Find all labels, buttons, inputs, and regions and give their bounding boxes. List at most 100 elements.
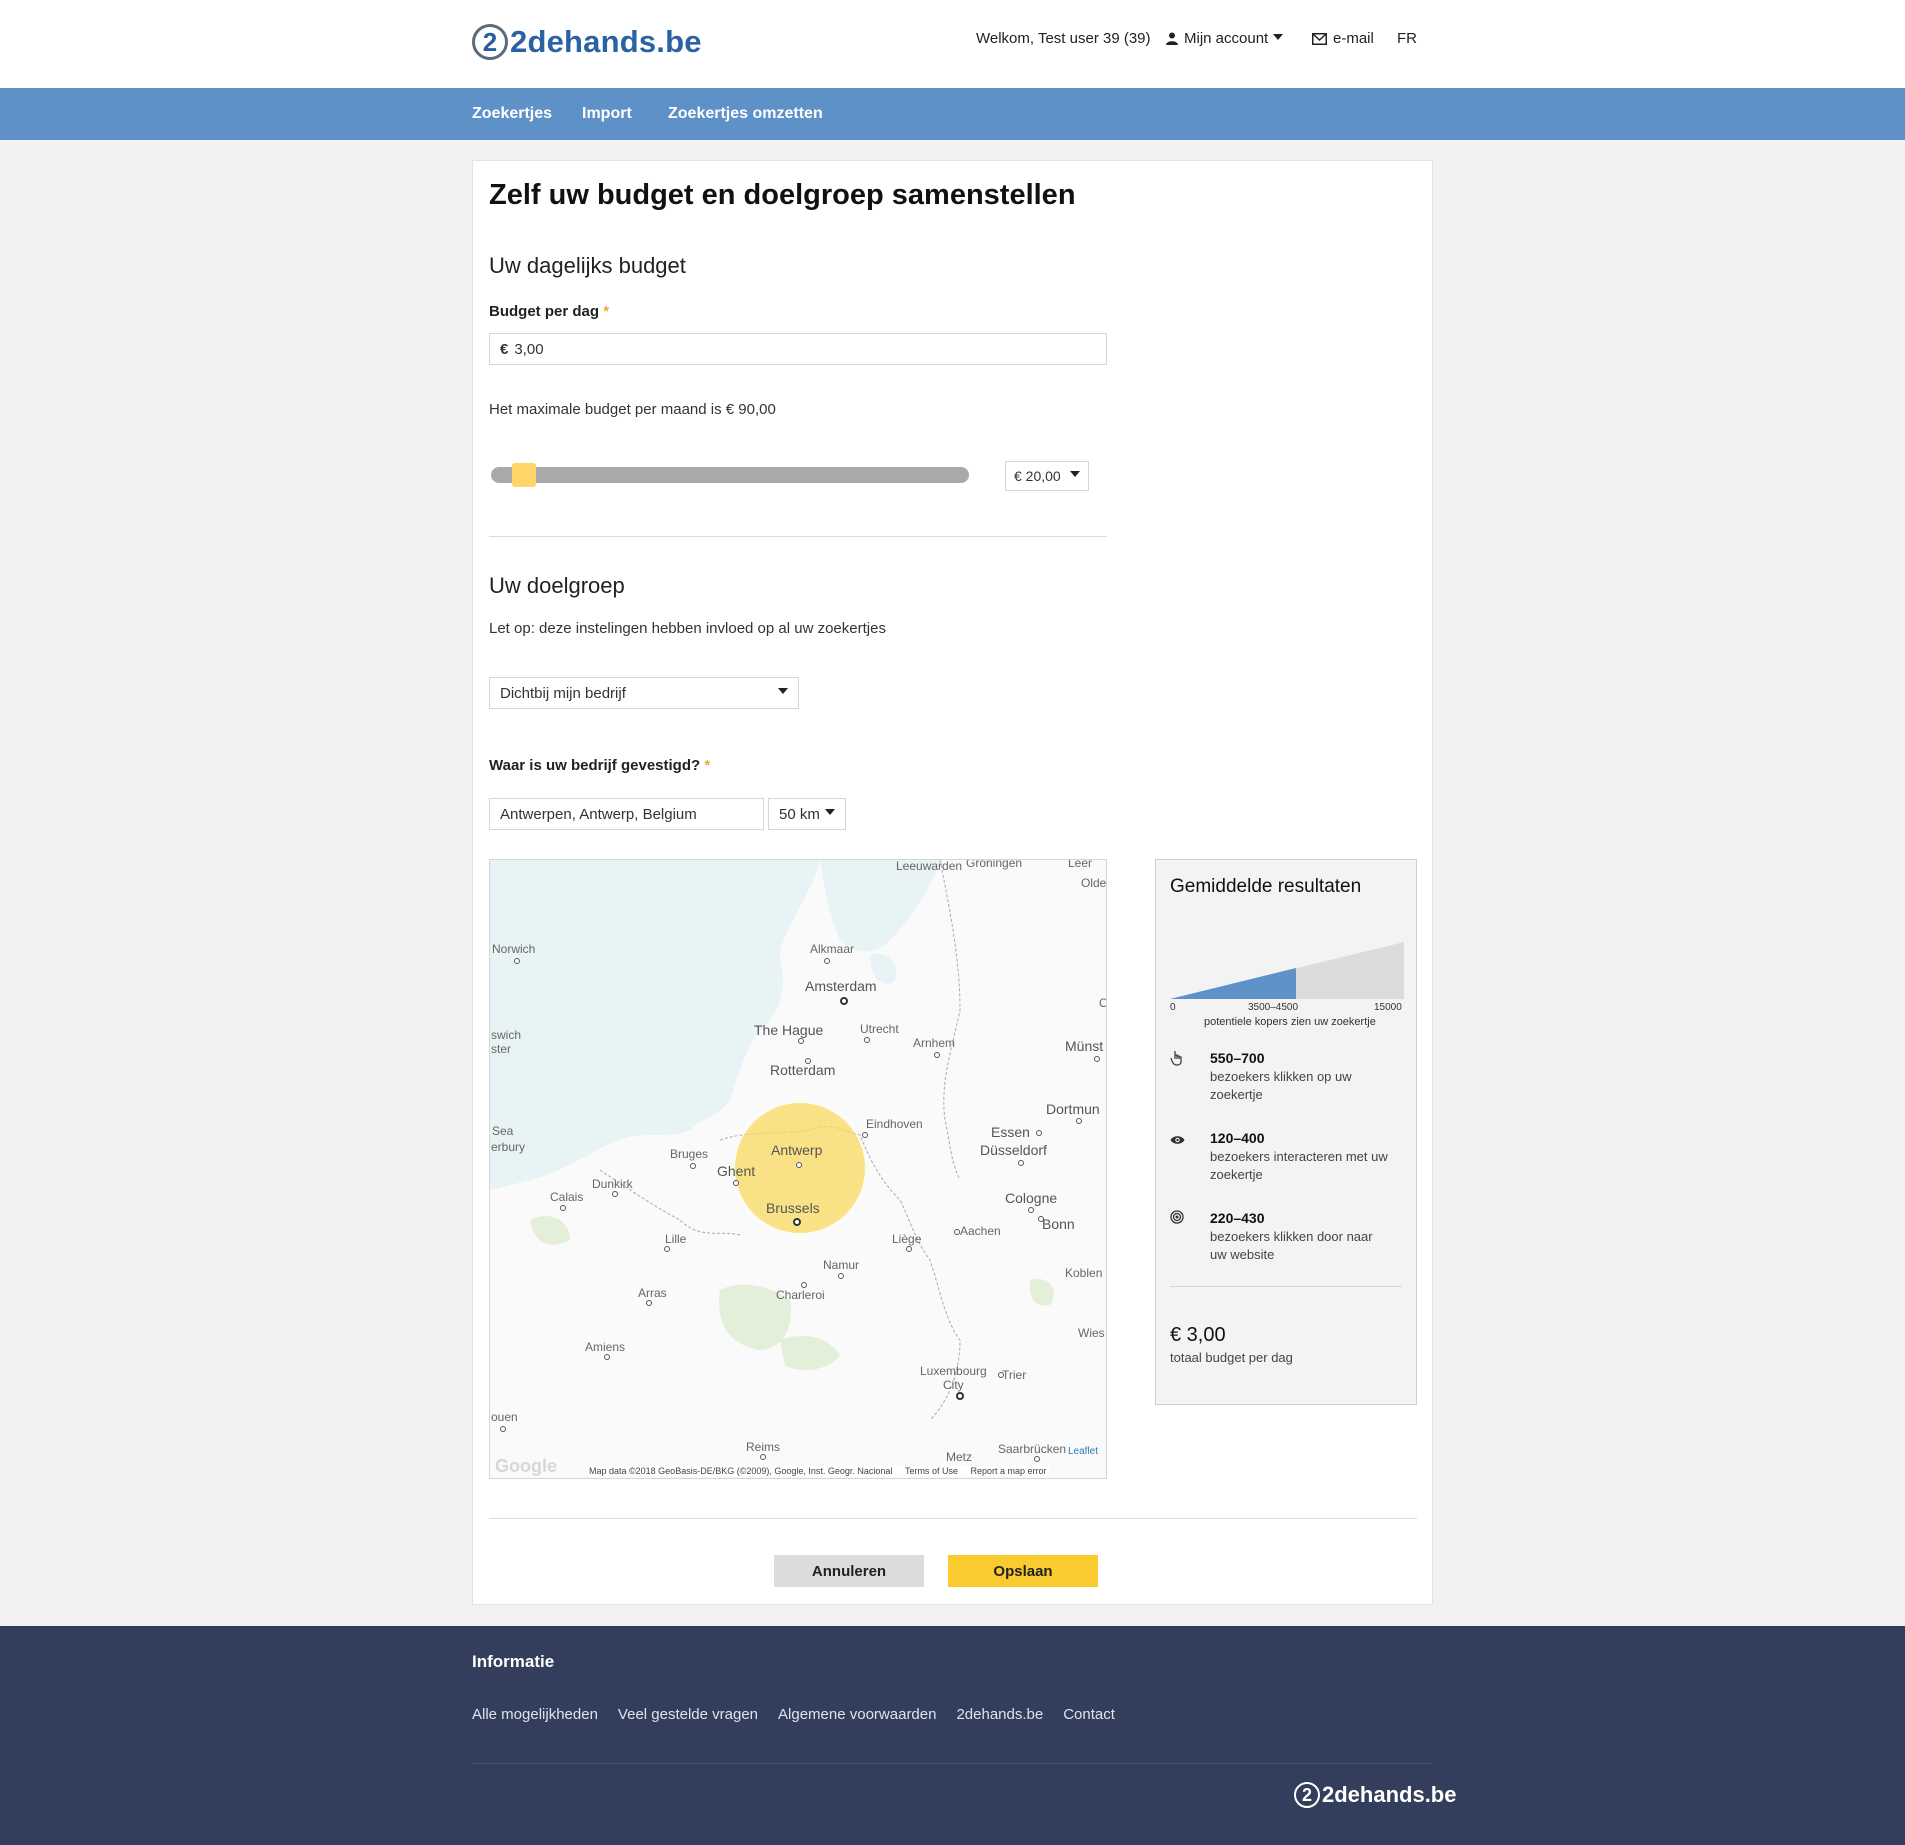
- metric-clicks-value: 550–700: [1210, 1050, 1265, 1066]
- footer-title: Informatie: [472, 1652, 555, 1671]
- attribution-text: Map data ©2018 GeoBasis-DE/BKG (©2009), …: [589, 1466, 893, 1476]
- map-label: Amsterdam: [805, 978, 877, 994]
- city-dot: [864, 1037, 870, 1043]
- city-dot: [690, 1163, 696, 1169]
- budget-value: 3,00: [514, 340, 544, 358]
- city-dot: [906, 1246, 912, 1252]
- city-dot: [862, 1132, 868, 1138]
- city-dot: [1034, 1456, 1040, 1462]
- budget-label: Budget per dag *: [489, 303, 609, 320]
- language-switch[interactable]: FR: [1397, 30, 1417, 47]
- map-background: [490, 860, 1106, 1478]
- map-label: Düsseldorf: [980, 1142, 1047, 1158]
- map-label: Amiens: [585, 1340, 626, 1354]
- city-dot: [1038, 1216, 1044, 1222]
- radius-select[interactable]: 50 km: [768, 798, 846, 830]
- reach-range-area: [1170, 968, 1296, 999]
- map-label: Trier: [1002, 1368, 1027, 1382]
- audience-heading: Uw doelgroep: [489, 573, 625, 598]
- map-label: Norwich: [492, 942, 536, 956]
- google-logo: Google: [495, 1456, 557, 1476]
- bottom-divider: [489, 1518, 1417, 1519]
- target-icon: [1170, 1210, 1184, 1229]
- map-label: Ghent: [717, 1163, 756, 1179]
- city-dot: [934, 1052, 940, 1058]
- caret-down-icon: [1273, 33, 1284, 40]
- city-dot: [664, 1246, 670, 1252]
- map-label: Olde: [1081, 876, 1107, 890]
- map-label: Groningen: [966, 859, 1023, 870]
- map-label: Arnhem: [913, 1036, 956, 1050]
- footer-divider: [472, 1763, 1433, 1764]
- footer-logo-mark: 2: [1294, 1782, 1320, 1808]
- caret-down-icon: [825, 809, 835, 815]
- map-attribution: Map data ©2018 GeoBasis-DE/BKG (©2009), …: [586, 1466, 1050, 1476]
- metric-website-desc: bezoekers klikken door naar uw website: [1210, 1229, 1373, 1262]
- welcome-label: Welkom, Test user 39 (39): [976, 30, 1151, 47]
- map-label: Leeuwarden: [896, 859, 963, 873]
- logo-text: 2dehands.be: [510, 24, 702, 59]
- logo-mark: 2: [472, 24, 508, 60]
- radius-value: 50 km: [779, 805, 820, 823]
- city-dot: [824, 958, 830, 964]
- required-mark: *: [603, 303, 610, 320]
- audience-select-value: Dichtbij mijn bedrijf: [500, 684, 626, 702]
- footer-link-contact[interactable]: Contact: [1063, 1706, 1115, 1723]
- city-dot: [1028, 1207, 1034, 1213]
- city-dot: [612, 1191, 618, 1197]
- budget-input[interactable]: € 3,00: [489, 333, 1107, 365]
- city-dot: [1094, 1056, 1100, 1062]
- map-label: Münst: [1065, 1038, 1104, 1054]
- footer-link-2dehands[interactable]: 2dehands.be: [956, 1706, 1043, 1723]
- email-link[interactable]: e-mail: [1312, 30, 1374, 47]
- report-link[interactable]: Report a map error: [970, 1466, 1046, 1476]
- map-label: Bruges: [670, 1147, 709, 1161]
- total-budget-label: totaal budget per dag: [1170, 1350, 1293, 1365]
- cancel-button[interactable]: Annuleren: [774, 1555, 924, 1587]
- map-view[interactable]: Leeuwarden Groningen Leer Olde Norwich A…: [489, 859, 1107, 1479]
- leaflet-link[interactable]: Leaflet: [1068, 1446, 1098, 1457]
- total-budget: € 3,00: [1170, 1324, 1226, 1346]
- map-label: City: [943, 1378, 964, 1392]
- results-title: Gemiddelde resultaten: [1170, 876, 1362, 897]
- map-label: erbury: [491, 1140, 526, 1154]
- budget-heading: Uw dagelijks budget: [489, 253, 686, 278]
- map-label: Wies: [1078, 1326, 1105, 1340]
- logo[interactable]: 2 2dehands.be: [472, 20, 702, 64]
- map-label: Namur: [823, 1258, 860, 1272]
- map-label: Rotterdam: [770, 1062, 836, 1078]
- metric-interactions-value: 120–400: [1210, 1130, 1265, 1146]
- footer-link-voorwaarden[interactable]: Algemene voorwaarden: [778, 1706, 936, 1723]
- footer-link-faq[interactable]: Veel gestelde vragen: [618, 1706, 758, 1723]
- account-label: Mijn account: [1184, 30, 1269, 47]
- save-button[interactable]: Opslaan: [948, 1555, 1098, 1587]
- footer-link-alle-mogelijkheden[interactable]: Alle mogelijkheden: [472, 1706, 598, 1723]
- city-dot: [500, 1426, 506, 1432]
- map-label: Dunkirk: [592, 1177, 633, 1191]
- location-input[interactable]: Antwerpen, Antwerp, Belgium: [489, 798, 764, 830]
- city-dot: [1018, 1160, 1024, 1166]
- map-label: ouen: [491, 1410, 518, 1424]
- page-title: Zelf uw budget en doelgroep samenstellen: [489, 179, 1076, 211]
- nav-zoekertjes[interactable]: Zoekertjes: [472, 105, 552, 123]
- city-dot: [796, 1162, 802, 1168]
- city-dot: [998, 1372, 1004, 1378]
- user-icon: [1166, 32, 1178, 45]
- budget-slider-thumb[interactable]: [511, 463, 536, 487]
- map-label: Koblen: [1065, 1266, 1103, 1280]
- welcome-text: Welkom, Test user 39 (39): [976, 30, 1151, 47]
- capital-dot: [840, 997, 848, 1005]
- audience-select[interactable]: Dichtbij mijn bedrijf: [489, 677, 799, 709]
- budget-slider-track[interactable]: [491, 467, 969, 483]
- slider-max-select[interactable]: € 20,00: [1005, 461, 1089, 491]
- city-dot: [798, 1038, 804, 1044]
- terms-link[interactable]: Terms of Use: [905, 1466, 958, 1476]
- city-dot: [514, 958, 520, 964]
- footer-logo[interactable]: 2 2dehands.be: [1294, 1782, 1456, 1808]
- nav-import[interactable]: Import: [582, 105, 632, 123]
- map-label: Metz: [946, 1450, 973, 1464]
- nav-zoekertjes-omzetten[interactable]: Zoekertjes omzetten: [668, 105, 823, 123]
- map-label: ster: [491, 1042, 512, 1056]
- map-label: Brussels: [766, 1200, 820, 1216]
- account-menu[interactable]: Mijn account: [1166, 30, 1284, 47]
